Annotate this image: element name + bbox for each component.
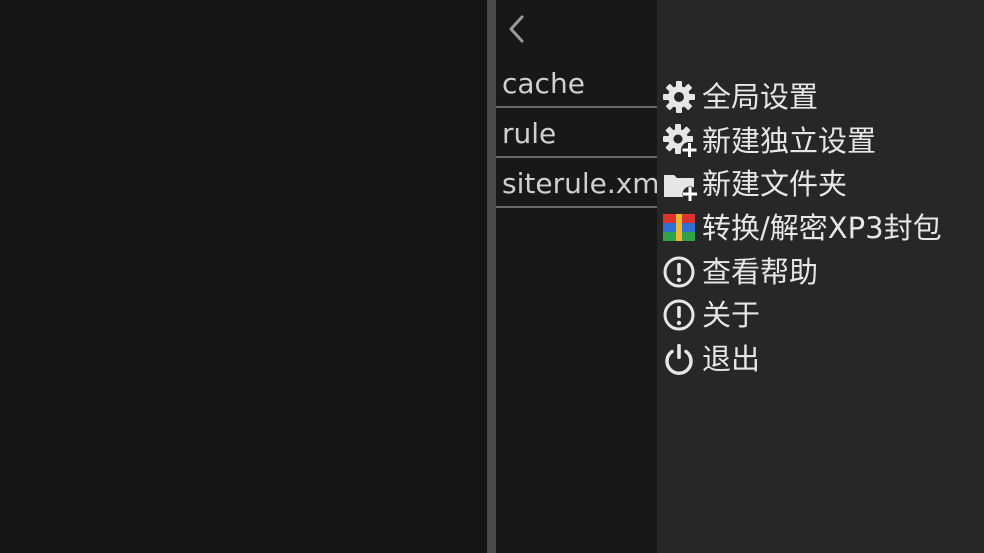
menu-item-exit[interactable]: 退出 (659, 337, 984, 381)
context-menu: 全局设置 新建独立设置 新建文件夹 转换/解密XP3封包 查看帮助 关于 退出 (657, 0, 984, 553)
file-item-rule[interactable]: rule (496, 110, 657, 158)
left-pane (0, 0, 487, 553)
menu-item-label: 新建独立设置 (702, 123, 877, 158)
menu-item-label: 查看帮助 (702, 254, 819, 289)
gear-plus-icon (659, 121, 699, 161)
menu-item-global-settings[interactable]: 全局设置 (659, 75, 984, 119)
menu-item-about[interactable]: 关于 (659, 293, 984, 337)
chevron-left-icon (509, 15, 524, 43)
folder-plus-icon (659, 164, 699, 204)
menu-item-label: 关于 (702, 298, 761, 333)
menu-item-new-site-settings[interactable]: 新建独立设置 (659, 119, 984, 163)
menu-list: 全局设置 新建独立设置 新建文件夹 转换/解密XP3封包 查看帮助 关于 退出 (659, 75, 984, 381)
menu-item-new-folder[interactable]: 新建文件夹 (659, 162, 984, 206)
file-list: cache rule siterule.xml (496, 60, 657, 208)
gear-icon (659, 77, 699, 117)
menu-item-help[interactable]: 查看帮助 (659, 250, 984, 294)
app-window: cache rule siterule.xml 全局设置 新建独立设置 新建文件… (0, 0, 984, 553)
menu-item-convert-xp3[interactable]: 转换/解密XP3封包 (659, 206, 984, 250)
exclamation-circle-icon (659, 295, 699, 335)
file-item-siterule[interactable]: siterule.xml (496, 160, 657, 208)
menu-item-label: 新建文件夹 (702, 167, 848, 202)
file-item-cache[interactable]: cache (496, 60, 657, 108)
exclamation-circle-icon (659, 252, 699, 292)
pane-divider[interactable] (487, 0, 496, 553)
menu-item-label: 转换/解密XP3封包 (702, 210, 942, 245)
back-button[interactable] (504, 12, 530, 46)
file-browser-pane: cache rule siterule.xml (496, 0, 657, 553)
menu-item-label: 全局设置 (702, 79, 819, 114)
menu-item-label: 退出 (702, 341, 761, 376)
power-icon (659, 339, 699, 379)
archive-icon (659, 208, 699, 248)
